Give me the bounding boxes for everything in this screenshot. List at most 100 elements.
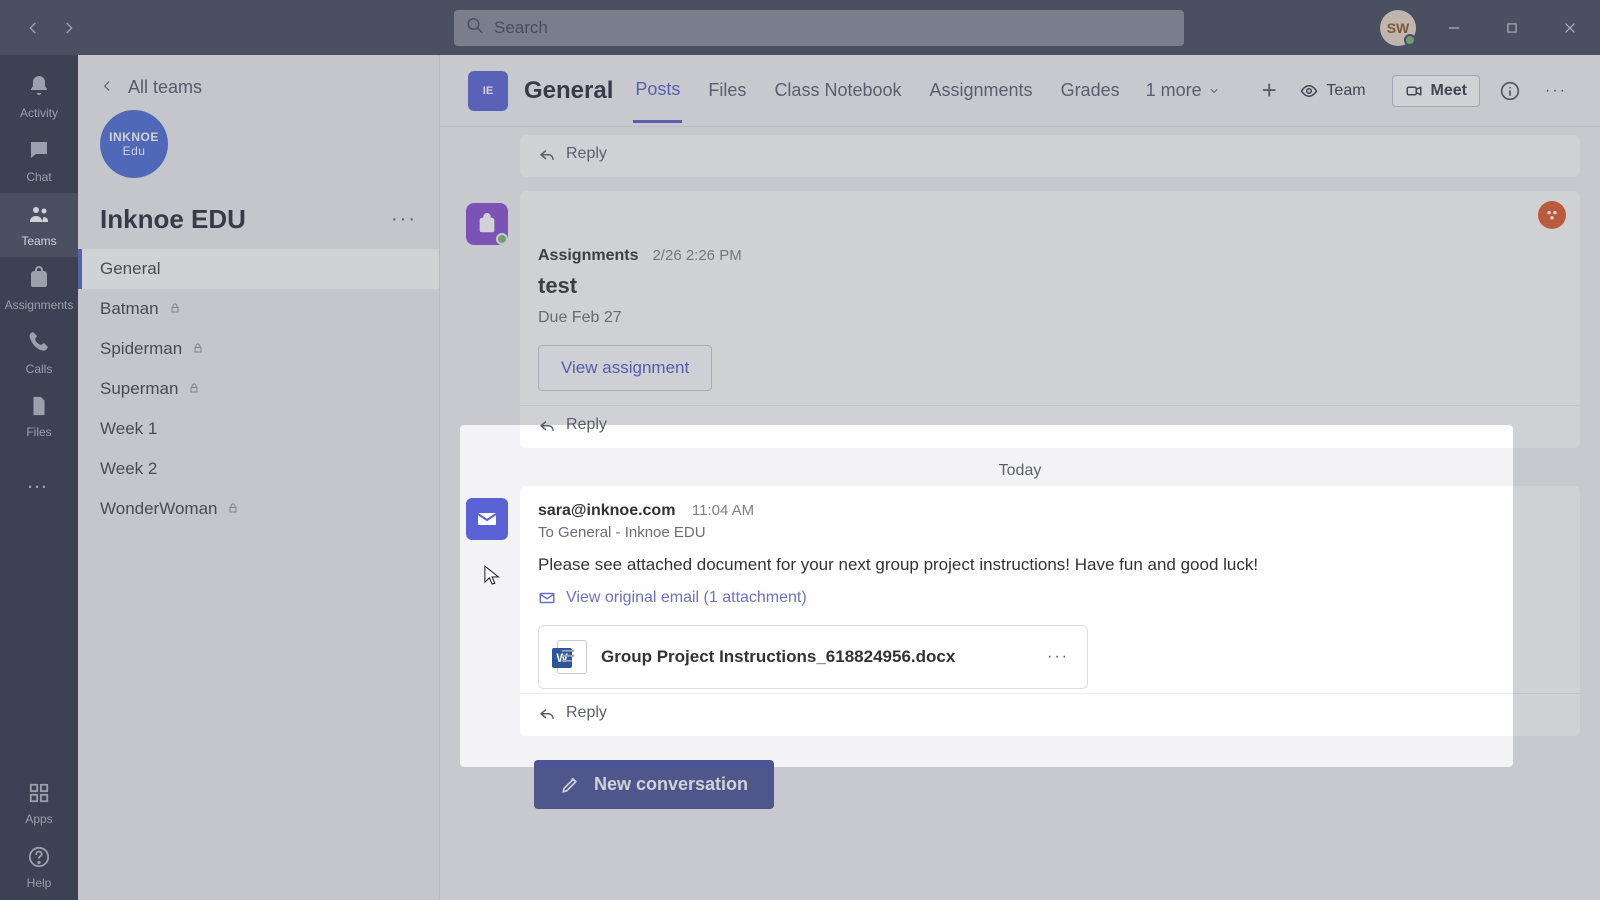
channel-general[interactable]: General	[78, 249, 439, 289]
attachment-name: Group Project Instructions_618824956.doc…	[601, 647, 1033, 667]
attachment-more-button[interactable]: ···	[1047, 648, 1069, 666]
reply-icon	[538, 416, 556, 434]
team-name: Inknoe EDU	[100, 204, 391, 235]
presence-icon	[1404, 34, 1416, 46]
team-sidebar: All teams INKNOE Edu Inknoe EDU ··· Gene…	[78, 55, 440, 900]
meet-btn-label: Meet	[1431, 82, 1467, 100]
tab-grades[interactable]: Grades	[1059, 60, 1122, 121]
assignment-post: Assignments 2/26 2:26 PM test Due Feb 27…	[520, 191, 1580, 448]
window-minimize[interactable]	[1434, 8, 1474, 48]
assignment-title: test	[538, 273, 1562, 299]
reply-icon	[538, 145, 556, 163]
team-more-button[interactable]: ···	[391, 208, 417, 231]
teams-icon	[27, 202, 51, 230]
email-to: To General - Inknoe EDU	[538, 524, 1562, 541]
channel-label: Superman	[100, 379, 178, 399]
rail-help[interactable]: Help	[0, 836, 78, 900]
email-body: Please see attached document for your ne…	[520, 541, 1580, 589]
search-input[interactable]	[454, 10, 1184, 46]
reply-button[interactable]: Reply	[520, 693, 1580, 736]
email-avatar	[466, 498, 508, 540]
lock-icon	[169, 301, 181, 317]
date-separator: Today	[460, 462, 1580, 480]
window-maximize[interactable]	[1492, 8, 1532, 48]
reply-button[interactable]: Reply	[520, 135, 1580, 177]
chevron-left-icon	[25, 20, 41, 36]
team-button[interactable]: Team	[1288, 76, 1377, 106]
add-tab-button[interactable]: +	[1262, 75, 1277, 106]
reply-icon	[538, 704, 556, 722]
team-logo[interactable]: INKNOE Edu	[100, 110, 168, 178]
help-icon	[28, 846, 50, 872]
maximize-icon	[1505, 21, 1519, 35]
meet-button[interactable]: Meet	[1392, 75, 1480, 107]
phone-icon	[27, 330, 51, 358]
channel-week2[interactable]: Week 2	[78, 449, 439, 489]
all-teams-label: All teams	[128, 77, 202, 98]
channel-batman[interactable]: Batman	[78, 289, 439, 329]
channel-label: General	[100, 259, 160, 279]
user-avatar[interactable]: SW	[1380, 10, 1416, 46]
previous-thread-reply: Reply	[520, 135, 1580, 177]
view-original-label: View original email (1 attachment)	[566, 589, 807, 607]
envelope-icon	[538, 589, 556, 607]
channel-spiderman[interactable]: Spiderman	[78, 329, 439, 369]
tab-posts[interactable]: Posts	[633, 59, 682, 123]
assignments-avatar	[466, 203, 508, 245]
tab-more-label: 1 more	[1146, 80, 1202, 101]
channel-tabs: Posts Files Class Notebook Assignments G…	[633, 59, 1276, 123]
message-list: Reply Assignments 2/26 2:26 PM test Due …	[440, 127, 1600, 900]
nav-forward[interactable]	[54, 13, 84, 43]
channel-avatar: IE	[468, 71, 508, 111]
channel-label: Week 1	[100, 419, 157, 439]
channel-superman[interactable]: Superman	[78, 369, 439, 409]
rail-teams[interactable]: Teams	[0, 193, 78, 257]
view-original-email[interactable]: View original email (1 attachment)	[520, 589, 1580, 619]
tab-more[interactable]: 1 more	[1146, 80, 1220, 101]
reply-label: Reply	[566, 704, 607, 722]
window-close[interactable]	[1550, 8, 1590, 48]
rail-activity[interactable]: Activity	[0, 65, 78, 129]
rail-calls[interactable]: Calls	[0, 321, 78, 385]
tab-files[interactable]: Files	[706, 60, 748, 121]
video-icon	[1405, 82, 1423, 100]
lock-icon	[227, 501, 239, 517]
user-initials: SW	[1387, 20, 1410, 36]
rail-assignments[interactable]: Assignments	[0, 257, 78, 321]
backpack-icon	[476, 213, 498, 235]
main-pane: IE General Posts Files Class Notebook As…	[440, 55, 1600, 900]
rail-apps[interactable]: Apps	[0, 772, 78, 836]
app-rail: Activity Chat Teams Assignments Calls Fi…	[0, 55, 78, 900]
backpack-icon	[27, 266, 51, 294]
rail-more[interactable]: …	[0, 449, 78, 513]
info-icon	[1500, 81, 1520, 101]
all-teams-link[interactable]: All teams	[78, 55, 439, 110]
view-assignment-button[interactable]: View assignment	[538, 345, 712, 391]
reply-button[interactable]: Reply	[520, 405, 1580, 448]
channel-week1[interactable]: Week 1	[78, 409, 439, 449]
rail-chat[interactable]: Chat	[0, 129, 78, 193]
tab-assignments[interactable]: Assignments	[928, 60, 1035, 121]
nav-back[interactable]	[18, 13, 48, 43]
channel-list: General Batman Spiderman Superman Week 1…	[78, 249, 439, 529]
tab-class-notebook[interactable]: Class Notebook	[772, 60, 903, 121]
attachment-card[interactable]: W Group Project Instructions_618824956.d…	[538, 625, 1088, 689]
channel-wonderwoman[interactable]: WonderWoman	[78, 489, 439, 529]
rail-label: Files	[26, 425, 51, 439]
rail-label: Chat	[26, 170, 51, 184]
rail-files[interactable]: Files	[0, 385, 78, 449]
search-icon	[466, 16, 484, 39]
logo-line2: Edu	[123, 144, 146, 158]
more-button[interactable]: ···	[1540, 75, 1572, 107]
titlebar: SW	[0, 0, 1600, 55]
assignments-app-icon	[1538, 201, 1566, 229]
post-time: 2/26 2:26 PM	[652, 247, 741, 264]
post-sender: Assignments	[538, 247, 638, 265]
info-button[interactable]	[1494, 75, 1526, 107]
new-conversation-button[interactable]: New conversation	[534, 760, 774, 809]
file-icon	[28, 395, 50, 421]
email-post: sara@inknoe.com 11:04 AM To General - In…	[520, 486, 1580, 736]
reply-label: Reply	[566, 145, 607, 163]
chat-icon	[27, 138, 51, 166]
compose-icon	[560, 775, 580, 795]
